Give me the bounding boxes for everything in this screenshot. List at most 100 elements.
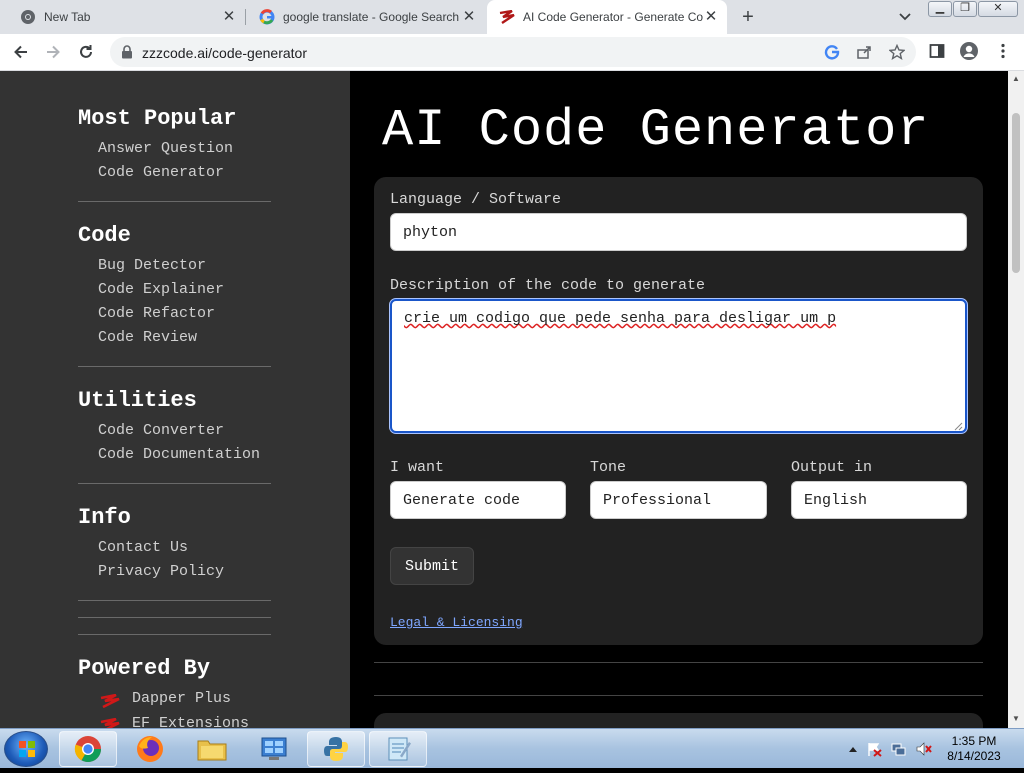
lock-icon[interactable]	[121, 45, 135, 59]
output-select[interactable]: English	[791, 481, 967, 519]
browser-toolbar: zzzcode.ai/code-generator	[0, 34, 1024, 71]
bookmark-star-icon[interactable]	[889, 44, 905, 60]
clock-date: 8/14/2023	[947, 749, 1001, 763]
taskbar-file-explorer-icon[interactable]	[183, 731, 241, 767]
sidebar-divider	[78, 366, 271, 367]
side-panel-icon[interactable]	[927, 41, 947, 61]
sidebar-divider	[78, 600, 271, 601]
sidebar-divider	[78, 201, 271, 202]
taskbar-firefox-icon[interactable]	[121, 731, 179, 767]
google-icon	[259, 9, 275, 25]
tone-label: Tone	[590, 459, 627, 476]
sidebar-link-code-explainer[interactable]: Code Explainer	[98, 281, 224, 298]
description-textarea[interactable]: crie um codigo que pede senha para desli…	[390, 299, 967, 433]
sidebar-divider	[78, 634, 271, 635]
resize-handle-icon[interactable]	[953, 419, 963, 431]
forward-arrow-icon[interactable]	[41, 40, 65, 64]
action-center-flag-icon[interactable]	[866, 741, 882, 757]
page-title: AI Code Generator	[382, 101, 930, 160]
network-icon[interactable]	[891, 741, 907, 757]
sidebar-link-answer-question[interactable]: Answer Question	[98, 140, 233, 157]
sidebar-link-code-generator[interactable]: Code Generator	[98, 164, 224, 181]
tone-select[interactable]: Professional	[590, 481, 767, 519]
back-arrow-icon[interactable]	[9, 40, 33, 64]
new-tab-plus-icon[interactable]: +	[737, 6, 759, 28]
share-icon[interactable]	[856, 44, 872, 60]
sidebar-link-code-refactor[interactable]: Code Refactor	[98, 305, 215, 322]
tab-title: New Tab	[44, 10, 91, 24]
language-input[interactable]: phyton	[390, 213, 967, 251]
tab-google-search[interactable]: google translate - Google Search ✕	[245, 0, 485, 34]
ef-extensions-logo-icon	[100, 717, 120, 728]
description-label: Description of the code to generate	[390, 277, 706, 294]
language-input-value: phyton	[403, 223, 458, 241]
chrome-icon	[20, 9, 36, 25]
tab-strip: New Tab ✕ google translate - Google Sear…	[0, 0, 1024, 34]
minimize-icon[interactable]: ▁	[928, 1, 952, 17]
taskbar-chrome-icon[interactable]	[59, 731, 117, 767]
section-heading-code: Code	[78, 223, 131, 248]
sidebar-link-bug-detector[interactable]: Bug Detector	[98, 257, 206, 274]
scroll-down-arrow-icon[interactable]: ▼	[1011, 714, 1021, 724]
close-tab-icon[interactable]: ✕	[703, 9, 719, 25]
tone-value: Professional	[603, 491, 712, 509]
restore-icon[interactable]: ❐	[953, 1, 977, 17]
sidebar-link-code-documentation[interactable]: Code Documentation	[98, 446, 260, 463]
close-window-icon[interactable]: ✕	[978, 1, 1018, 17]
more-menu-icon[interactable]	[993, 41, 1013, 61]
clock-time: 1:35 PM	[951, 734, 997, 748]
result-card	[374, 713, 983, 728]
reload-icon[interactable]	[74, 40, 98, 64]
windows-start-button[interactable]	[4, 731, 48, 767]
taskbar-notepad-icon[interactable]	[369, 731, 427, 767]
sidebar-link-ef-extensions[interactable]: EF Extensions	[132, 715, 249, 728]
submit-button[interactable]: Submit	[390, 547, 474, 585]
i-want-label: I want	[390, 459, 445, 476]
sidebar-link-code-review[interactable]: Code Review	[98, 329, 197, 346]
sidebar-divider	[78, 483, 271, 484]
generator-form: Language / Software phyton Description o…	[374, 177, 983, 645]
close-tab-icon[interactable]: ✕	[461, 9, 477, 25]
tab-new-tab[interactable]: New Tab ✕	[0, 0, 245, 34]
section-heading-info: Info	[78, 505, 131, 530]
volume-muted-icon[interactable]	[916, 741, 932, 757]
i-want-select[interactable]: Generate code	[390, 481, 566, 519]
address-bar[interactable]: zzzcode.ai/code-generator	[110, 37, 916, 67]
scrollbar-thumb[interactable]	[1012, 113, 1020, 273]
language-label: Language / Software	[390, 191, 562, 208]
page-scrollbar[interactable]: ▲ ▼	[1008, 71, 1024, 728]
sidebar-link-privacy-policy[interactable]: Privacy Policy	[98, 563, 224, 580]
scroll-up-arrow-icon[interactable]: ▲	[1011, 74, 1021, 84]
section-heading-powered-by: Powered By	[78, 656, 211, 681]
content-divider	[374, 695, 983, 696]
sidebar-link-dapper-plus[interactable]: Dapper Plus	[132, 690, 231, 707]
url-text: zzzcode.ai/code-generator	[142, 45, 307, 61]
zzzcode-logo-icon	[499, 9, 515, 25]
section-heading-utilities: Utilities	[78, 388, 197, 413]
taskbar-python-icon[interactable]	[307, 731, 365, 767]
tab-ai-code-generator[interactable]: AI Code Generator - Generate Co ✕	[487, 0, 727, 34]
sidebar-link-code-converter[interactable]: Code Converter	[98, 422, 224, 439]
sidebar: Most Popular Answer Question Code Genera…	[0, 71, 350, 728]
google-lens-icon[interactable]	[824, 44, 840, 60]
tab-title: AI Code Generator - Generate Co	[523, 10, 703, 24]
i-want-value: Generate code	[403, 491, 521, 509]
profile-avatar-icon[interactable]	[959, 41, 979, 61]
web-page: Most Popular Answer Question Code Genera…	[0, 71, 1008, 728]
content-divider	[374, 662, 983, 663]
system-clock[interactable]: 1:35 PM 8/14/2023	[943, 734, 1005, 764]
sidebar-divider	[78, 617, 271, 618]
output-value: English	[804, 491, 868, 509]
dapper-plus-logo-icon	[100, 693, 120, 709]
sidebar-link-contact-us[interactable]: Contact Us	[98, 539, 188, 556]
main-content: AI Code Generator Language / Software ph…	[350, 71, 1008, 728]
tray-expand-arrow-icon[interactable]	[845, 741, 861, 757]
chevron-down-icon[interactable]	[897, 8, 913, 24]
close-tab-icon[interactable]: ✕	[221, 9, 237, 25]
description-textarea-value: crie um codigo que pede senha para desli…	[404, 310, 837, 327]
section-heading-most-popular: Most Popular	[78, 106, 237, 131]
tab-title: google translate - Google Search	[283, 10, 460, 24]
legal-licensing-link[interactable]: Legal & Licensing	[390, 615, 523, 630]
taskbar-control-panel-icon[interactable]	[245, 731, 303, 767]
windows-taskbar: 1:35 PM 8/14/2023	[0, 728, 1024, 768]
